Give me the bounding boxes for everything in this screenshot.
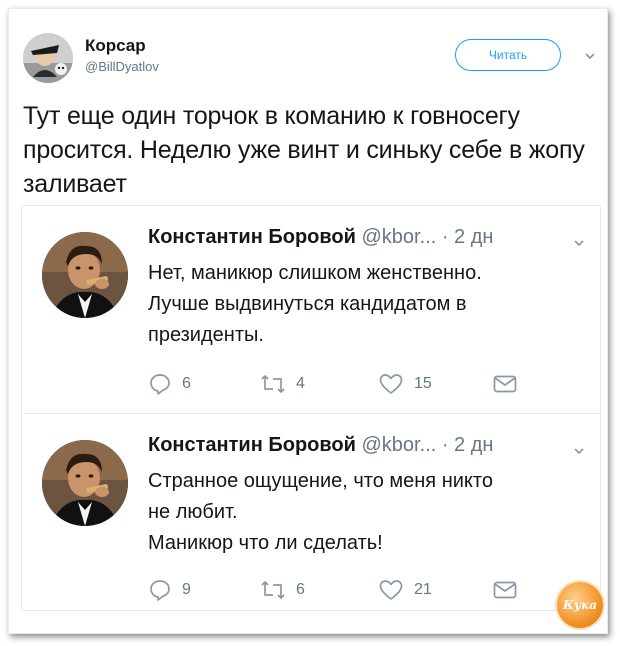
reply-timestamp[interactable]: · 2 дн: [442, 226, 494, 248]
reply-avatar-image: [42, 440, 128, 526]
reply-actions: 6 4 15: [148, 372, 548, 396]
reply-author-handle[interactable]: @kbor...: [361, 226, 436, 248]
follow-button[interactable]: Читать: [455, 39, 561, 71]
reply-actions: 9 6 21: [148, 578, 548, 602]
like-button[interactable]: 15: [378, 372, 432, 396]
author-avatar-image: [23, 33, 73, 83]
direct-message-button[interactable]: [492, 578, 528, 602]
heart-icon: [379, 580, 403, 600]
reply-text-line: Нет, маникюр слишком женственно.: [148, 262, 482, 284]
envelope-icon: [493, 581, 517, 599]
author-name[interactable]: Корсар: [85, 36, 146, 56]
retweet-count: 6: [296, 581, 305, 598]
reply-thread: Константин Боровой @kbor... · 2 дн Нет, …: [21, 205, 601, 611]
retweet-count: 4: [296, 375, 305, 392]
reply-header: Константин Боровой @kbor... · 2 дн: [148, 226, 493, 249]
reply-count: 9: [182, 581, 191, 598]
reply-text-line: Маникюр что ли сделать!: [148, 532, 383, 554]
like-button[interactable]: 21: [378, 578, 432, 602]
reply-button[interactable]: 9: [148, 578, 191, 602]
reply-avatar[interactable]: [42, 232, 128, 318]
retweet-button[interactable]: 4: [260, 372, 305, 396]
author-handle[interactable]: @BillDyatlov: [85, 59, 159, 74]
heart-icon: [379, 374, 403, 394]
reply-author-name[interactable]: Константин Боровой: [148, 434, 356, 456]
tweet-card: Корсар @BillDyatlov Читать Тут еще один …: [8, 8, 608, 634]
reply-text: Нет, маникюр слишком женственно. Лучше в…: [148, 258, 578, 351]
envelope-icon: [493, 375, 517, 393]
reply-header: Константин Боровой @kbor... · 2 дн: [148, 434, 493, 457]
retweet-icon: [261, 581, 285, 599]
reply-text-line: Странное ощущение, что меня никто: [148, 470, 493, 492]
reply-item[interactable]: Константин Боровой @kbor... · 2 дн Стран…: [22, 414, 600, 619]
reply-text: Странное ощущение, что меня никто не люб…: [148, 466, 578, 559]
like-count: 15: [414, 375, 432, 392]
author-avatar[interactable]: [23, 33, 73, 83]
reply-text-line: президенты.: [148, 324, 264, 346]
retweet-icon: [261, 375, 285, 393]
chevron-down-icon[interactable]: [583, 49, 597, 63]
reply-count: 6: [182, 375, 191, 392]
reply-author-name[interactable]: Константин Боровой: [148, 226, 356, 248]
reply-timestamp[interactable]: · 2 дн: [442, 434, 494, 456]
chevron-down-icon[interactable]: [572, 236, 586, 250]
reply-author-handle[interactable]: @kbor...: [361, 434, 436, 456]
reply-icon: [150, 374, 170, 395]
like-count: 21: [414, 581, 432, 598]
watermark-logo: Кука: [557, 582, 603, 628]
tweet-text: Тут еще один торчок в команию к говносег…: [23, 102, 585, 198]
reply-item[interactable]: Константин Боровой @kbor... · 2 дн Нет, …: [22, 206, 600, 411]
retweet-button[interactable]: 6: [260, 578, 305, 602]
reply-text-line: не любит.: [148, 501, 238, 523]
reply-avatar-image: [42, 232, 128, 318]
reply-button[interactable]: 6: [148, 372, 191, 396]
reply-text-line: Лучше выдвинуться кандидатом в: [148, 293, 467, 315]
reply-avatar[interactable]: [42, 440, 128, 526]
chevron-down-icon[interactable]: [572, 444, 586, 458]
reply-icon: [150, 580, 170, 601]
direct-message-button[interactable]: [492, 372, 528, 396]
